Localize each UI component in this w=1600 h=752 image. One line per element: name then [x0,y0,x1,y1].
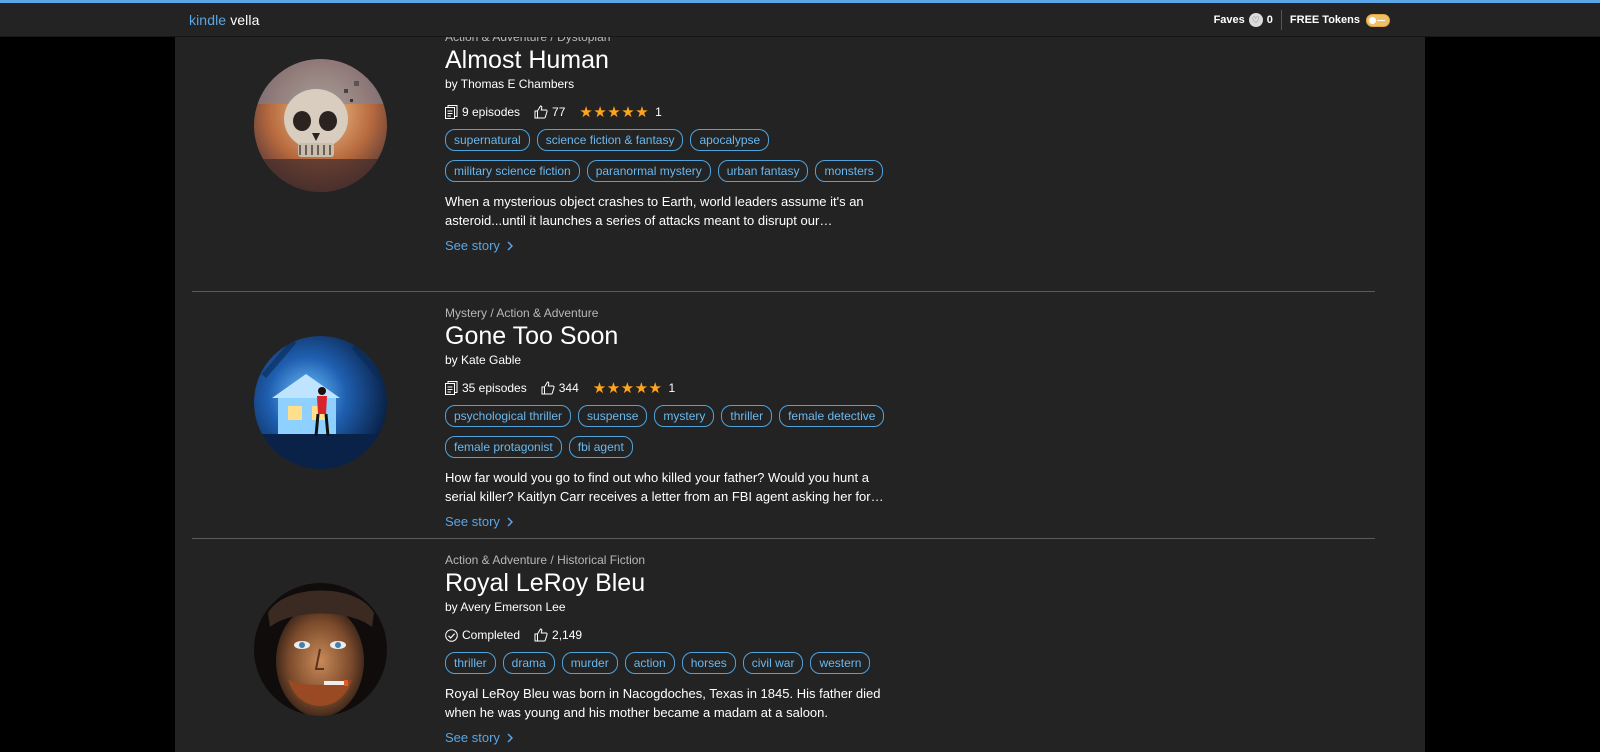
story-card: Action & Adventure / Dystopian Almost Hu… [175,37,1425,289]
story-author[interactable]: by Avery Emerson Lee [445,599,905,615]
tag[interactable]: western [810,652,871,674]
chevron-right-icon [507,516,513,527]
token-icon [1366,13,1390,27]
story-title[interactable]: Almost Human [445,45,905,75]
kindle-vella-logo[interactable]: kindle vella [189,11,259,29]
status-label: Completed [462,628,521,642]
story-cover-image[interactable] [254,59,387,192]
tag[interactable]: paranormal mystery [586,160,711,182]
tag[interactable]: military science fiction [445,160,580,182]
story-info: Action & Adventure / Dystopian Almost Hu… [445,37,905,253]
story-author[interactable]: by Thomas E Chambers [445,76,905,92]
tag[interactable]: science fiction & fantasy [536,129,684,151]
star-rating: ★★★★★ [579,104,650,121]
free-tokens-button[interactable]: FREE Tokens [1289,13,1390,27]
story-genre: Mystery / Action & Adventure [445,306,599,320]
tag[interactable]: monsters [815,160,883,182]
tag[interactable]: urban fantasy [717,160,809,182]
faves-icon: ♡ [1248,13,1263,27]
faves-count: 0 [1266,14,1273,26]
tag-list: thriller drama murder action horses civi… [445,652,895,674]
tag-list: supernatural science fiction & fantasy a… [445,129,895,182]
tag[interactable]: thriller [721,405,773,427]
story-divider [192,538,1375,539]
see-story-label: See story [445,238,500,253]
thumbs-up-icon [534,628,548,642]
story-stats: 9 episodes 77 ★★★★★ 1 [445,103,905,121]
status-stat: Completed [445,628,520,642]
tag[interactable]: horses [681,652,736,674]
brand-vella: vella [230,12,260,28]
top-nav-bar: kindle vella Faves ♡ 0 FREE Tokens [0,3,1600,37]
see-story-link[interactable]: See story [445,730,905,745]
story-description: How far would you go to find out who kil… [445,470,871,504]
tag[interactable]: mystery [654,405,715,427]
story-stats: Completed 2,149 [445,626,905,644]
episodes-icon [445,105,458,119]
faves-label: Faves [1213,14,1245,26]
episodes-count: 9 episodes [462,105,521,119]
story-description: When a mysterious object crashes to Eart… [445,194,864,228]
tag[interactable]: murder [561,652,618,674]
see-story-label: See story [445,730,500,745]
likes-count: 2,149 [552,628,583,642]
nav-right: Faves ♡ 0 FREE Tokens [1214,3,1390,37]
chevron-right-icon [507,240,513,251]
story-description: Royal LeRoy Bleu was born in Nacogdoches… [445,686,881,720]
likes-count: 77 [552,105,566,119]
thumbs-up-icon [534,105,548,119]
thumbs-up-icon [541,381,555,395]
story-stats: 35 episodes 344 ★★★★★ 1 [445,379,905,397]
star-rating: ★★★★★ [592,380,663,397]
story-info: Action & Adventure / Historical Fiction … [445,552,905,745]
episodes-stat: 35 episodes [445,381,527,395]
see-story-link[interactable]: See story [445,514,905,529]
story-genre: Action & Adventure / Dystopian [445,37,611,44]
see-story-label: See story [445,514,500,529]
tag[interactable]: drama [502,652,555,674]
likes-count: 344 [558,381,579,395]
likes-stat: 344 [541,381,579,395]
tag[interactable]: action [624,652,675,674]
story-info: Mystery / Action & Adventure Gone Too So… [445,305,905,529]
story-divider [192,291,1375,292]
nav-divider [1280,10,1282,30]
see-story-link[interactable]: See story [445,238,905,253]
tag[interactable]: female protagonist [445,436,562,458]
tag[interactable]: thriller [445,652,496,674]
tag[interactable]: apocalypse [690,129,770,151]
tag[interactable]: supernatural [445,129,530,151]
likes-stat: 2,149 [534,628,582,642]
story-card: Mystery / Action & Adventure Gone Too So… [175,305,1425,535]
episodes-stat: 9 episodes [445,105,520,119]
episodes-count: 35 episodes [462,381,527,395]
tag[interactable]: suspense [578,405,648,427]
tag[interactable]: psychological thriller [445,405,572,427]
story-list: Action & Adventure / Dystopian Almost Hu… [175,37,1425,752]
story-title[interactable]: Gone Too Soon [445,321,905,351]
check-circle-icon [445,628,458,642]
likes-stat: 77 [534,105,565,119]
faves-button[interactable]: Faves ♡ 0 [1214,13,1281,27]
story-author[interactable]: by Kate Gable [445,352,905,368]
brand-kindle: kindle [189,12,227,28]
story-title[interactable]: Royal LeRoy Bleu [445,568,905,598]
story-cover-image[interactable] [254,583,387,716]
tag[interactable]: female detective [779,405,885,427]
episodes-icon [445,381,458,395]
tag[interactable]: civil war [742,652,804,674]
rating-count: 1 [668,381,676,395]
story-genre: Action & Adventure / Historical Fiction [445,553,646,567]
rating-count: 1 [655,105,662,119]
free-tokens-label: FREE Tokens [1289,14,1360,26]
tag[interactable]: fbi agent [568,436,633,458]
story-card: Action & Adventure / Historical Fiction … [175,552,1425,752]
tag-list: psychological thriller suspense mystery … [445,405,895,458]
story-cover-image[interactable] [254,336,387,469]
chevron-right-icon [507,732,513,743]
